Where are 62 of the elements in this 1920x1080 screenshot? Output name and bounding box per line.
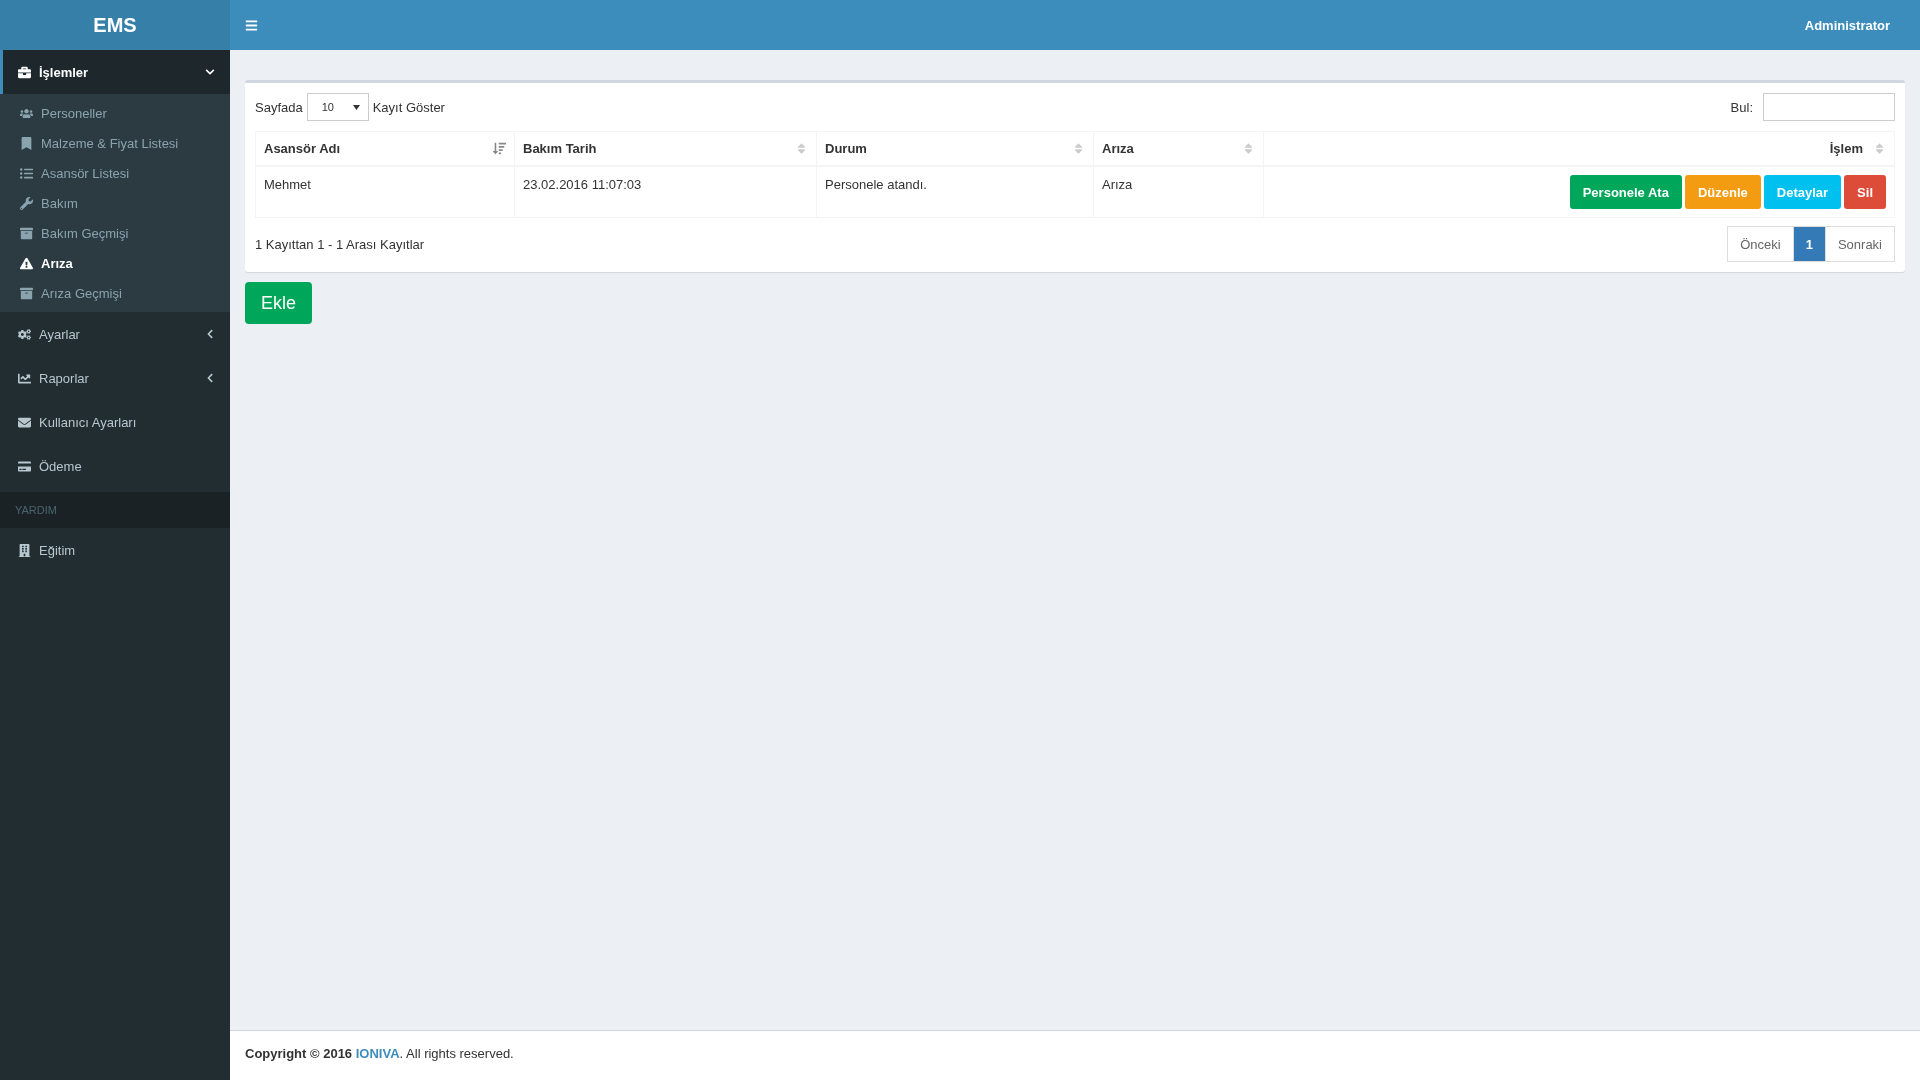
sort-icon: [795, 142, 808, 155]
table-cell: Mehmet: [255, 166, 515, 218]
previous-page-button[interactable]: Önceki: [1727, 226, 1794, 262]
page-size-label: Kayıt Göster: [372, 99, 445, 115]
line-chart-icon: [18, 371, 31, 385]
chevron-left-icon: [205, 329, 215, 339]
page-button[interactable]: 1: [1792, 226, 1826, 262]
sidebar-menu-item[interactable]: Eğitim: [0, 528, 230, 572]
sidebar-menu-item[interactable]: Raporlar: [0, 356, 230, 400]
archive-icon: [20, 286, 33, 300]
copyright-text: Copyright © 2016 IONIVA. All rights reserved.: [245, 1046, 515, 1061]
column-header[interactable]: Asansör Adı: [255, 131, 515, 166]
sidebar-section-header: YARDIM: [0, 492, 230, 528]
column-header[interactable]: Durum: [816, 131, 1094, 166]
sidebar-submenu-item[interactable]: Arıza: [0, 248, 230, 278]
sidebar-submenu-item[interactable]: Bakım: [0, 188, 230, 218]
briefcase-icon: [18, 65, 31, 79]
table-cell: Arıza: [1093, 166, 1264, 218]
sidebar-menu-item[interactable]: Ayarlar: [0, 312, 230, 356]
action-button[interactable]: Personele Ata: [1569, 175, 1682, 209]
bookmark-icon: [20, 136, 33, 150]
next-page-button[interactable]: Sonraki: [1824, 226, 1895, 262]
sidebar-submenu-item[interactable]: Arıza Geçmişi: [0, 278, 230, 308]
sidebar-submenu-item[interactable]: Asansör Listesi: [0, 158, 230, 188]
table-cell: Personele atandı.: [816, 166, 1094, 218]
sort-icon: [1873, 142, 1886, 155]
dropdown-caret-icon: [352, 104, 360, 110]
user-name[interactable]: Administrator: [1804, 17, 1905, 33]
sidebar-menu-item[interactable]: Ödeme: [0, 444, 230, 488]
envelope-icon: [18, 415, 31, 429]
table-cell: 23.02.2016 11:07:03: [514, 166, 817, 218]
add-button[interactable]: Ekle: [245, 282, 312, 324]
sort-icon: [1242, 142, 1255, 155]
warning-icon: [20, 256, 33, 270]
search-label: Bul:: [1730, 99, 1753, 115]
column-header[interactable]: Arıza: [1093, 131, 1264, 166]
credit-card-icon: [18, 459, 31, 473]
wrench-icon: [20, 196, 33, 210]
table-info-text: 1 Kayıttan 1 - 1 Arası Kayıtlar: [255, 236, 425, 252]
sort-icon: [1072, 142, 1085, 155]
users-icon: [20, 106, 33, 120]
column-header[interactable]: Bakım Tarih: [514, 131, 817, 166]
chevron-left-icon: [205, 373, 215, 383]
page-size-label: Sayfada: [255, 99, 303, 115]
sort-ascending-icon: [493, 142, 506, 155]
list-icon: [20, 166, 33, 180]
building-icon: [18, 543, 31, 557]
search-field[interactable]: [1763, 93, 1895, 121]
app-logo: EMS: [0, 0, 230, 50]
sidebar-submenu-item[interactable]: Bakım Geçmişi: [0, 218, 230, 248]
sidebar-submenu-item[interactable]: Malzeme & Fiyat Listesi: [0, 128, 230, 158]
sidebar-submenu-item[interactable]: Personeller: [0, 98, 230, 128]
menu-icon[interactable]: [245, 18, 258, 32]
company-link[interactable]: IONIVA: [355, 1046, 400, 1061]
page-size-select[interactable]: 10: [306, 93, 369, 121]
action-button[interactable]: Sil: [1844, 175, 1886, 209]
sidebar-menu-item[interactable]: Kullanıcı Ayarları: [0, 400, 230, 444]
chevron-down-icon: [205, 67, 215, 77]
gears-icon: [18, 327, 31, 341]
column-header[interactable]: İşlem: [1263, 131, 1895, 166]
sidebar-menu-item[interactable]: İşlemler: [0, 50, 230, 94]
archive-icon: [20, 226, 33, 240]
